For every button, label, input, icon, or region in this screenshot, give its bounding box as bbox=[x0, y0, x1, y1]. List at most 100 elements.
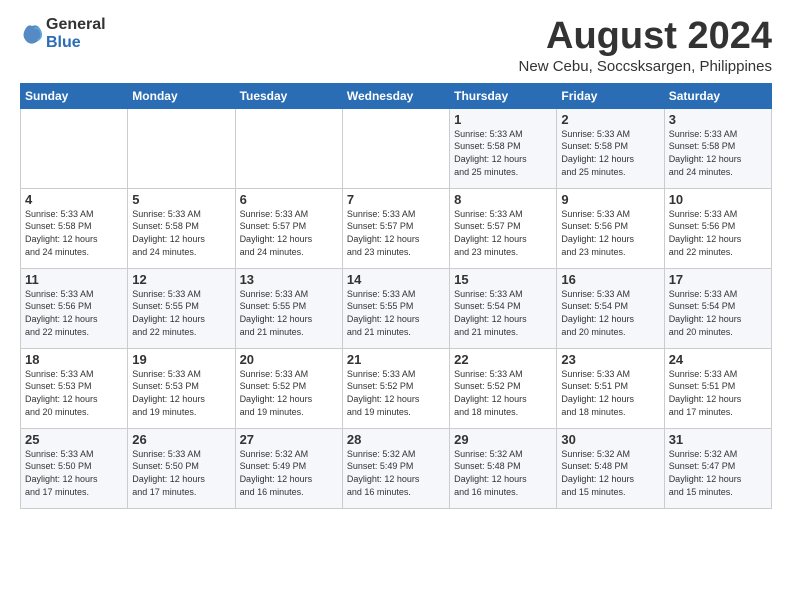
day-info: Sunrise: 5:32 AM Sunset: 5:49 PM Dayligh… bbox=[347, 448, 445, 498]
day-number: 4 bbox=[25, 192, 123, 207]
day-cell: 5Sunrise: 5:33 AM Sunset: 5:58 PM Daylig… bbox=[128, 188, 235, 268]
day-cell: 6Sunrise: 5:33 AM Sunset: 5:57 PM Daylig… bbox=[235, 188, 342, 268]
day-cell: 17Sunrise: 5:33 AM Sunset: 5:54 PM Dayli… bbox=[664, 268, 771, 348]
day-info: Sunrise: 5:33 AM Sunset: 5:51 PM Dayligh… bbox=[669, 368, 767, 418]
day-cell: 9Sunrise: 5:33 AM Sunset: 5:56 PM Daylig… bbox=[557, 188, 664, 268]
day-cell: 18Sunrise: 5:33 AM Sunset: 5:53 PM Dayli… bbox=[21, 348, 128, 428]
header-row: SundayMondayTuesdayWednesdayThursdayFrid… bbox=[21, 83, 772, 108]
day-info: Sunrise: 5:33 AM Sunset: 5:57 PM Dayligh… bbox=[454, 208, 552, 258]
subtitle: New Cebu, Soccsksargen, Philippines bbox=[519, 58, 772, 75]
day-cell: 30Sunrise: 5:32 AM Sunset: 5:48 PM Dayli… bbox=[557, 428, 664, 508]
day-number: 3 bbox=[669, 112, 767, 127]
day-cell: 27Sunrise: 5:32 AM Sunset: 5:49 PM Dayli… bbox=[235, 428, 342, 508]
week-row-4: 18Sunrise: 5:33 AM Sunset: 5:53 PM Dayli… bbox=[21, 348, 772, 428]
day-cell bbox=[128, 108, 235, 188]
week-row-3: 11Sunrise: 5:33 AM Sunset: 5:56 PM Dayli… bbox=[21, 268, 772, 348]
day-cell: 22Sunrise: 5:33 AM Sunset: 5:52 PM Dayli… bbox=[450, 348, 557, 428]
day-number: 18 bbox=[25, 352, 123, 367]
day-cell bbox=[21, 108, 128, 188]
day-number: 14 bbox=[347, 272, 445, 287]
day-cell: 20Sunrise: 5:33 AM Sunset: 5:52 PM Dayli… bbox=[235, 348, 342, 428]
day-cell bbox=[342, 108, 449, 188]
day-info: Sunrise: 5:32 AM Sunset: 5:48 PM Dayligh… bbox=[561, 448, 659, 498]
week-row-1: 1Sunrise: 5:33 AM Sunset: 5:58 PM Daylig… bbox=[21, 108, 772, 188]
day-info: Sunrise: 5:33 AM Sunset: 5:55 PM Dayligh… bbox=[347, 288, 445, 338]
day-info: Sunrise: 5:32 AM Sunset: 5:47 PM Dayligh… bbox=[669, 448, 767, 498]
col-header-thursday: Thursday bbox=[450, 83, 557, 108]
day-info: Sunrise: 5:33 AM Sunset: 5:53 PM Dayligh… bbox=[25, 368, 123, 418]
day-cell: 8Sunrise: 5:33 AM Sunset: 5:57 PM Daylig… bbox=[450, 188, 557, 268]
day-info: Sunrise: 5:33 AM Sunset: 5:54 PM Dayligh… bbox=[561, 288, 659, 338]
logo-blue: Blue bbox=[46, 34, 106, 52]
day-info: Sunrise: 5:33 AM Sunset: 5:58 PM Dayligh… bbox=[132, 208, 230, 258]
day-cell: 31Sunrise: 5:32 AM Sunset: 5:47 PM Dayli… bbox=[664, 428, 771, 508]
day-cell: 13Sunrise: 5:33 AM Sunset: 5:55 PM Dayli… bbox=[235, 268, 342, 348]
day-info: Sunrise: 5:33 AM Sunset: 5:56 PM Dayligh… bbox=[561, 208, 659, 258]
day-number: 22 bbox=[454, 352, 552, 367]
day-cell: 7Sunrise: 5:33 AM Sunset: 5:57 PM Daylig… bbox=[342, 188, 449, 268]
day-info: Sunrise: 5:33 AM Sunset: 5:52 PM Dayligh… bbox=[347, 368, 445, 418]
logo-icon bbox=[20, 22, 44, 46]
logo-text: General Blue bbox=[46, 16, 106, 51]
col-header-tuesday: Tuesday bbox=[235, 83, 342, 108]
day-info: Sunrise: 5:33 AM Sunset: 5:57 PM Dayligh… bbox=[347, 208, 445, 258]
day-number: 30 bbox=[561, 432, 659, 447]
day-cell: 14Sunrise: 5:33 AM Sunset: 5:55 PM Dayli… bbox=[342, 268, 449, 348]
day-number: 11 bbox=[25, 272, 123, 287]
day-cell: 10Sunrise: 5:33 AM Sunset: 5:56 PM Dayli… bbox=[664, 188, 771, 268]
day-number: 17 bbox=[669, 272, 767, 287]
day-cell: 12Sunrise: 5:33 AM Sunset: 5:55 PM Dayli… bbox=[128, 268, 235, 348]
day-number: 10 bbox=[669, 192, 767, 207]
day-info: Sunrise: 5:33 AM Sunset: 5:50 PM Dayligh… bbox=[25, 448, 123, 498]
month-title: August 2024 bbox=[519, 16, 772, 58]
day-cell: 19Sunrise: 5:33 AM Sunset: 5:53 PM Dayli… bbox=[128, 348, 235, 428]
day-info: Sunrise: 5:32 AM Sunset: 5:49 PM Dayligh… bbox=[240, 448, 338, 498]
day-number: 19 bbox=[132, 352, 230, 367]
day-cell: 21Sunrise: 5:33 AM Sunset: 5:52 PM Dayli… bbox=[342, 348, 449, 428]
day-info: Sunrise: 5:33 AM Sunset: 5:54 PM Dayligh… bbox=[454, 288, 552, 338]
day-info: Sunrise: 5:33 AM Sunset: 5:58 PM Dayligh… bbox=[25, 208, 123, 258]
day-info: Sunrise: 5:33 AM Sunset: 5:56 PM Dayligh… bbox=[25, 288, 123, 338]
day-info: Sunrise: 5:33 AM Sunset: 5:51 PM Dayligh… bbox=[561, 368, 659, 418]
day-number: 13 bbox=[240, 272, 338, 287]
day-cell: 4Sunrise: 5:33 AM Sunset: 5:58 PM Daylig… bbox=[21, 188, 128, 268]
logo-general: General bbox=[46, 16, 106, 34]
day-number: 31 bbox=[669, 432, 767, 447]
day-cell: 3Sunrise: 5:33 AM Sunset: 5:58 PM Daylig… bbox=[664, 108, 771, 188]
day-number: 27 bbox=[240, 432, 338, 447]
logo: General Blue bbox=[20, 16, 106, 51]
day-cell: 25Sunrise: 5:33 AM Sunset: 5:50 PM Dayli… bbox=[21, 428, 128, 508]
day-cell: 24Sunrise: 5:33 AM Sunset: 5:51 PM Dayli… bbox=[664, 348, 771, 428]
title-block: August 2024 New Cebu, Soccsksargen, Phil… bbox=[519, 16, 772, 75]
day-info: Sunrise: 5:33 AM Sunset: 5:53 PM Dayligh… bbox=[132, 368, 230, 418]
day-info: Sunrise: 5:33 AM Sunset: 5:52 PM Dayligh… bbox=[454, 368, 552, 418]
day-number: 1 bbox=[454, 112, 552, 127]
col-header-sunday: Sunday bbox=[21, 83, 128, 108]
day-info: Sunrise: 5:32 AM Sunset: 5:48 PM Dayligh… bbox=[454, 448, 552, 498]
day-cell: 26Sunrise: 5:33 AM Sunset: 5:50 PM Dayli… bbox=[128, 428, 235, 508]
day-number: 23 bbox=[561, 352, 659, 367]
day-info: Sunrise: 5:33 AM Sunset: 5:54 PM Dayligh… bbox=[669, 288, 767, 338]
day-cell: 16Sunrise: 5:33 AM Sunset: 5:54 PM Dayli… bbox=[557, 268, 664, 348]
day-cell: 15Sunrise: 5:33 AM Sunset: 5:54 PM Dayli… bbox=[450, 268, 557, 348]
day-cell: 29Sunrise: 5:32 AM Sunset: 5:48 PM Dayli… bbox=[450, 428, 557, 508]
day-number: 20 bbox=[240, 352, 338, 367]
day-number: 12 bbox=[132, 272, 230, 287]
day-number: 24 bbox=[669, 352, 767, 367]
day-cell: 28Sunrise: 5:32 AM Sunset: 5:49 PM Dayli… bbox=[342, 428, 449, 508]
day-cell: 23Sunrise: 5:33 AM Sunset: 5:51 PM Dayli… bbox=[557, 348, 664, 428]
day-number: 26 bbox=[132, 432, 230, 447]
day-number: 2 bbox=[561, 112, 659, 127]
day-cell: 1Sunrise: 5:33 AM Sunset: 5:58 PM Daylig… bbox=[450, 108, 557, 188]
day-number: 21 bbox=[347, 352, 445, 367]
day-number: 28 bbox=[347, 432, 445, 447]
day-cell: 2Sunrise: 5:33 AM Sunset: 5:58 PM Daylig… bbox=[557, 108, 664, 188]
day-cell: 11Sunrise: 5:33 AM Sunset: 5:56 PM Dayli… bbox=[21, 268, 128, 348]
day-cell bbox=[235, 108, 342, 188]
day-number: 16 bbox=[561, 272, 659, 287]
col-header-monday: Monday bbox=[128, 83, 235, 108]
page: General Blue August 2024 New Cebu, Soccs… bbox=[0, 0, 792, 519]
day-number: 25 bbox=[25, 432, 123, 447]
day-number: 8 bbox=[454, 192, 552, 207]
day-info: Sunrise: 5:33 AM Sunset: 5:50 PM Dayligh… bbox=[132, 448, 230, 498]
